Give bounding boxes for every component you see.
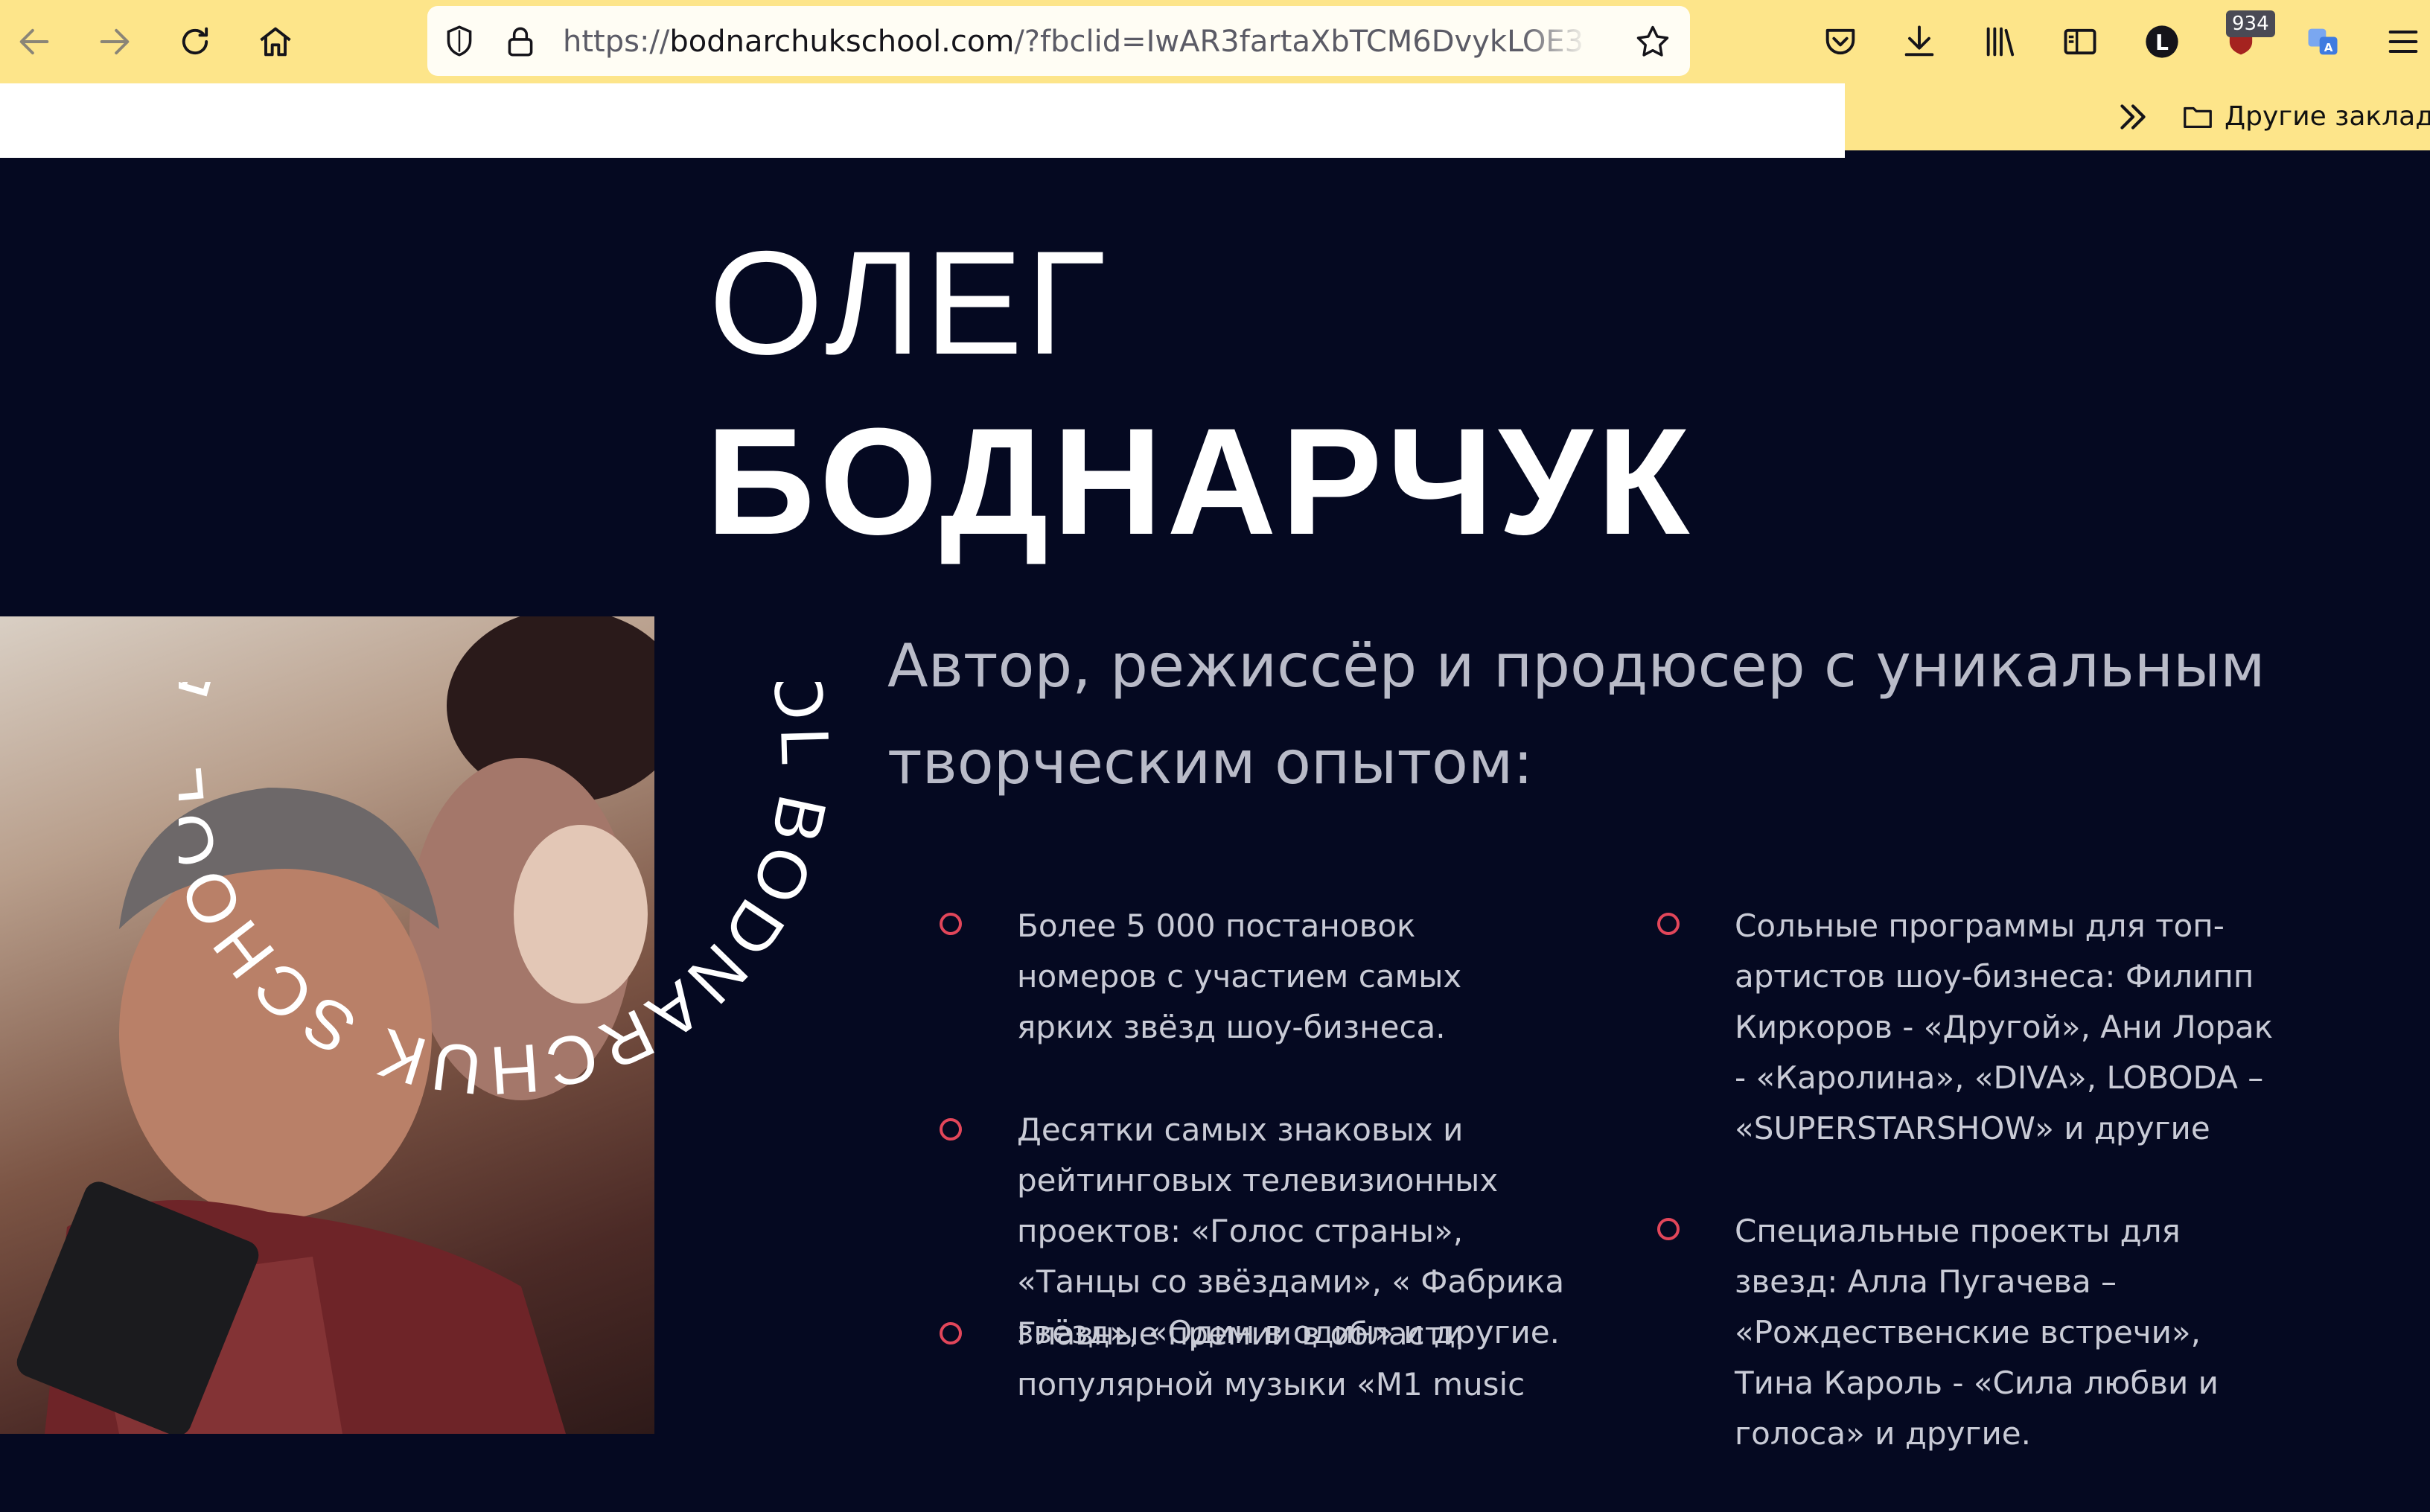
more-bookmarks-chevron-icon[interactable] (2114, 98, 2152, 135)
profile-button[interactable]: L (2137, 16, 2187, 67)
download-icon (1904, 25, 1934, 57)
pocket-icon (1825, 28, 1855, 55)
svg-text:BODNARCHUK SCHOOL BODNARCHUK S: BODNARCHUK SCHOOL BODNARCHUK SCHOOL (179, 682, 844, 1109)
url-path: /?fbclid=IwAR3fartaXbTCM6DvykLOE3sV2 (1014, 25, 1583, 58)
url-host: bodnarchukschool.com (669, 25, 1015, 58)
back-arrow-icon (19, 28, 49, 55)
forward-button[interactable] (89, 16, 140, 67)
url-prefix: https:// (563, 25, 670, 58)
feature-bullet (1657, 913, 1680, 935)
feature-bullet (1657, 1218, 1680, 1240)
bookmarks-toolbar: Другие закладки (1845, 83, 2430, 150)
feature-bullet (940, 913, 962, 935)
feature-item: Главные премии в области популярной музы… (1017, 1315, 1525, 1403)
hero-first-name: ОЛЕГ (709, 220, 1109, 385)
feature-item: Специальные проекты для звезд: Алла Пуга… (1735, 1213, 2219, 1452)
downloads-button[interactable] (1894, 16, 1945, 67)
menu-button[interactable] (2378, 16, 2429, 67)
url-text[interactable]: https://bodnarchukschool.com/?fbclid=IwA… (563, 25, 1583, 58)
home-button[interactable] (250, 16, 301, 67)
svg-text:A: A (2324, 41, 2333, 54)
forward-arrow-icon (100, 28, 130, 55)
translate-icon: A (2308, 28, 2338, 55)
sidebar-icon (2064, 28, 2096, 55)
bookmarks-folder-label[interactable]: Другие закладки (2225, 98, 2430, 135)
browser-toolbar: https://bodnarchukschool.com/?fbclid=IwA… (0, 0, 2430, 83)
library-icon (1986, 27, 2015, 57)
url-bar[interactable]: https://bodnarchukschool.com/?fbclid=IwA… (427, 6, 1690, 76)
translate-button[interactable]: A (2297, 16, 2348, 67)
feature-item: Более 5 000 постановок номеров с участие… (1017, 907, 1462, 1045)
lock-icon[interactable] (502, 22, 539, 60)
ring-text: BODNARCHUK SCHOOL BODNARCHUK SCHOOL (179, 682, 839, 1109)
tracking-shield-icon[interactable] (441, 22, 478, 60)
feature-bullet (940, 1322, 962, 1344)
folder-icon[interactable] (2180, 100, 2216, 134)
hero-last-name: БОДНАРЧУК (706, 397, 1694, 567)
hamburger-menu-icon (2388, 31, 2418, 53)
extension-badge: 934 (2226, 10, 2275, 37)
bookmark-star-icon[interactable] (1633, 22, 1672, 61)
back-button[interactable] (9, 16, 60, 67)
profile-avatar: L (2146, 25, 2178, 58)
reload-icon (182, 27, 208, 55)
library-button[interactable] (1976, 16, 2026, 67)
feature-item: Сольные программы для топ-артистов шоу-б… (1735, 907, 2274, 1146)
page-content: ОЛЕГ БОДНАРЧУК Автор, режиссёр и продюсе… (0, 158, 2430, 1512)
site-header-strip (0, 83, 1845, 158)
home-icon (260, 27, 291, 57)
pocket-button[interactable] (1815, 16, 1866, 67)
reload-button[interactable] (170, 16, 220, 67)
sidebar-button[interactable] (2055, 16, 2105, 67)
url-fade (1522, 21, 1589, 63)
profile-initial: L (2155, 31, 2169, 55)
feature-bullet (940, 1118, 962, 1141)
hero-subtitle: Автор, режиссёр и продюсер с уникальным … (887, 631, 2265, 797)
school-ring-text: BODNARCHUK SCHOOL BODNARCHUK SCHOOL (179, 682, 844, 1109)
